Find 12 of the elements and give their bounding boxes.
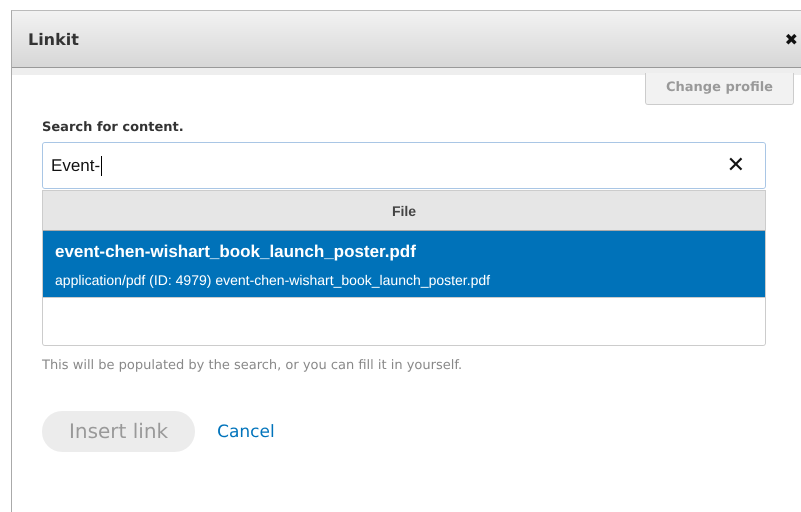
cancel-link[interactable]: Cancel <box>217 422 275 442</box>
clear-button[interactable]: ✕ <box>726 153 745 178</box>
close-button[interactable]: ✖ <box>784 30 798 48</box>
help-text: This will be populated by the search, or you can fill it in yourself. <box>42 358 464 373</box>
url-field[interactable] <box>42 298 766 346</box>
search-label: Search for content. <box>42 120 185 135</box>
result-item[interactable]: event-chen-wishart_book_launch_poster.pdf application/pdf (ID: 4979) event-chen-wishart_book_launch_poster.pdf <box>43 231 765 297</box>
search-field[interactable]: Event- ✕ <box>42 142 766 189</box>
result-title: event-chen-wishart_book_launch_poster.pdf <box>55 242 417 262</box>
result-description: application/pdf (ID: 4979) event-chen-wishart_book_launch_poster.pdf <box>55 272 492 288</box>
results-header: File <box>43 191 765 231</box>
dialog-title: Linkit <box>28 30 79 48</box>
